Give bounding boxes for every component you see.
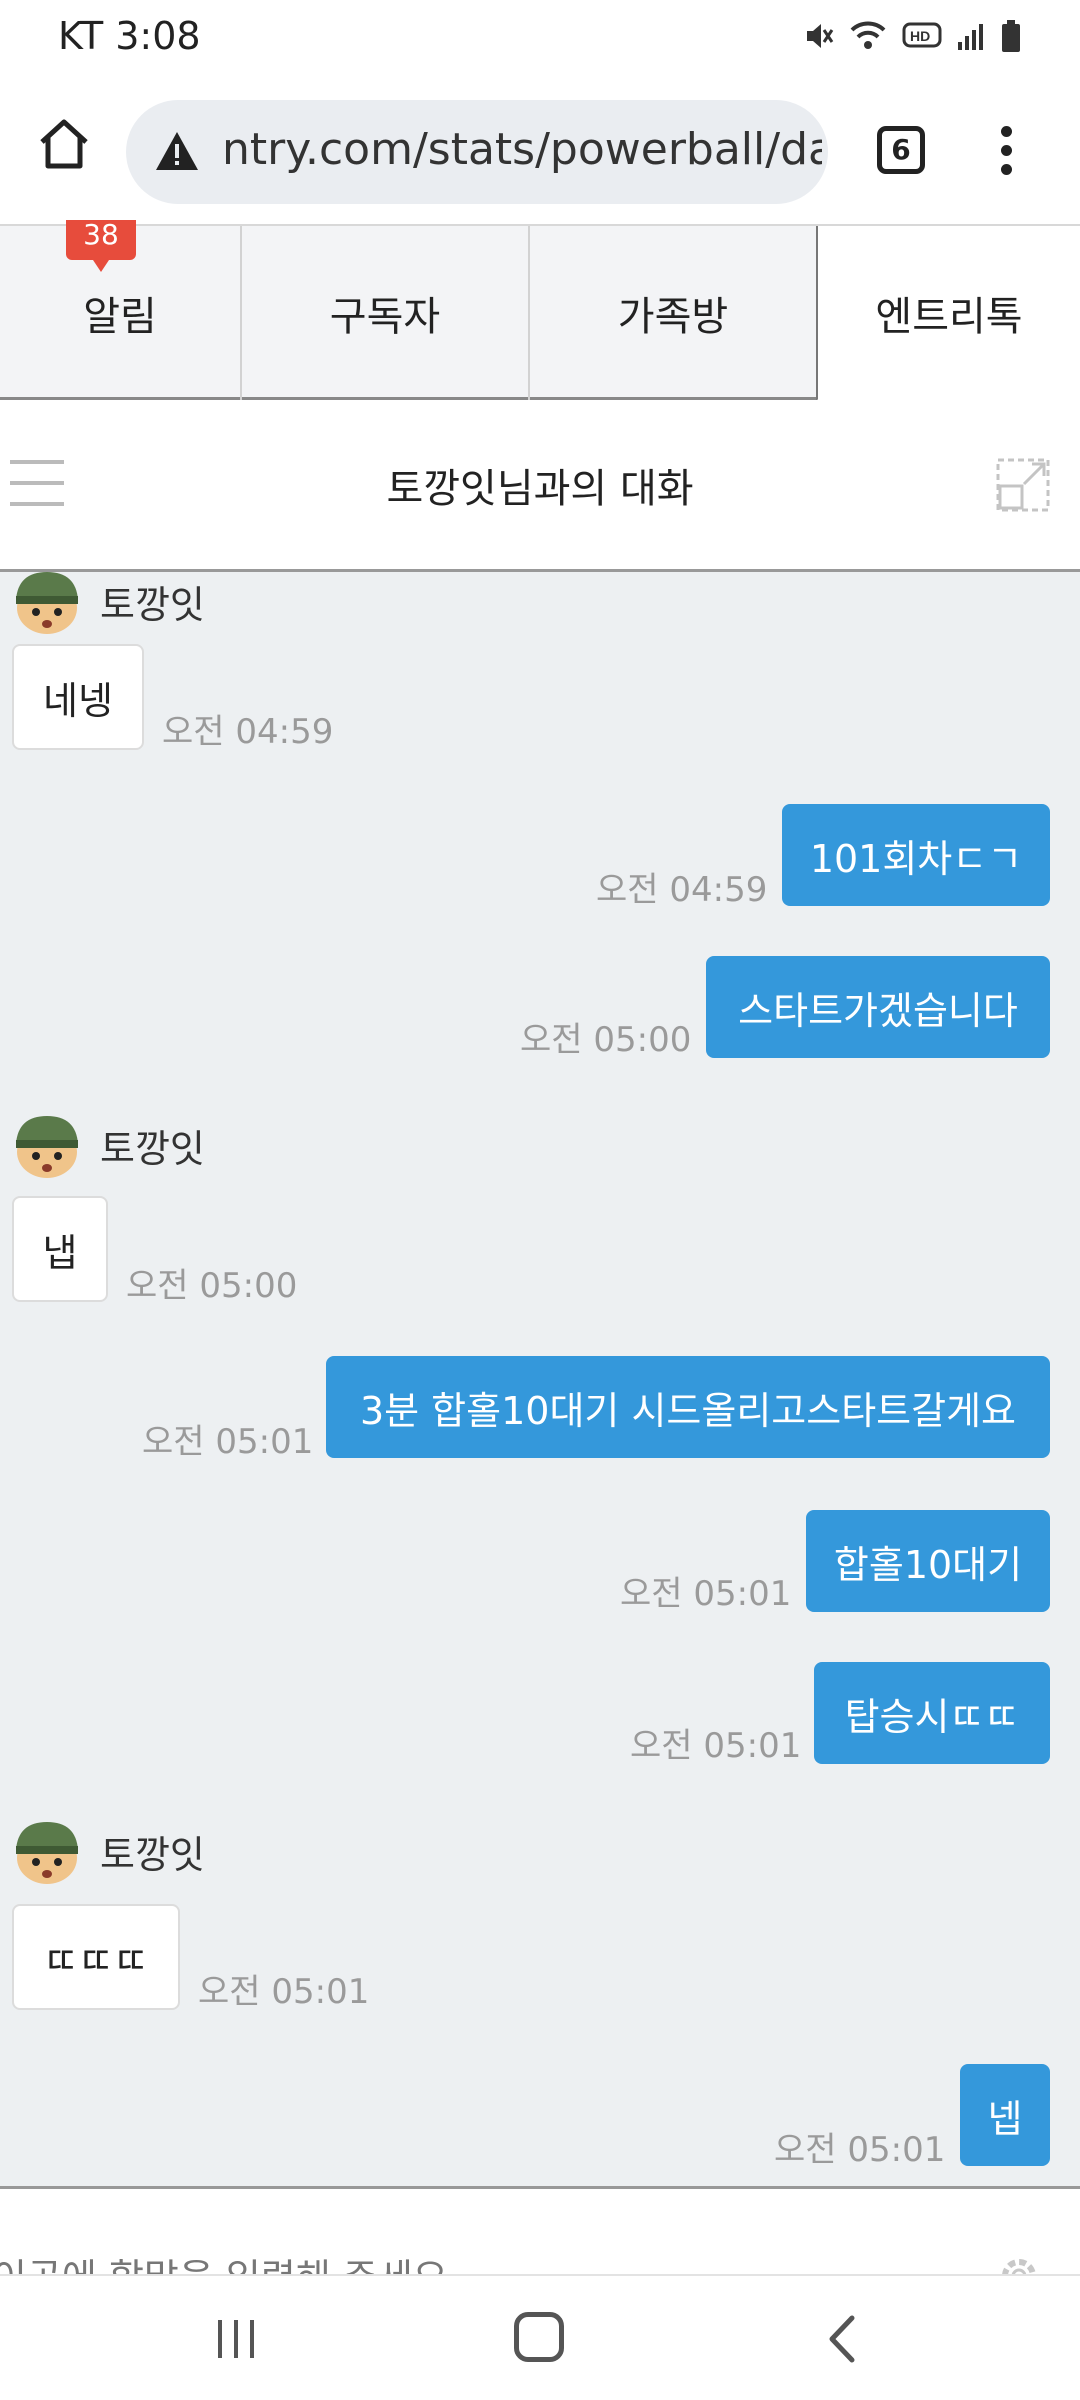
- tab-label: 엔트리톡: [875, 293, 1023, 340]
- expand-icon[interactable]: [996, 458, 1050, 512]
- tab-subscribers[interactable]: 구독자: [242, 226, 530, 400]
- sender-row: 토깡잇: [10, 572, 205, 636]
- more-menu-icon[interactable]: [996, 126, 1016, 176]
- tab-label: 가족방: [617, 294, 729, 340]
- message-bubble-outgoing: 탑승시ㄸㄸ: [814, 1662, 1050, 1764]
- tab-family-room[interactable]: 가족방: [530, 226, 816, 400]
- message-time: 오전 04:59: [162, 712, 334, 752]
- message-list[interactable]: 토깡잇 네넹 오전 04:59 101회차ㄷㄱ 오전 04:59 스타트가겠습니…: [0, 572, 1080, 2186]
- message-input-area: 이곳에 할말을 입력해 주세요.: [0, 2186, 1080, 2274]
- battery-icon: [1002, 20, 1020, 52]
- message-bubble-incoming: 네넹: [12, 644, 144, 750]
- sender-name: 토깡잇: [100, 1126, 205, 1171]
- carrier-time: KT 3:08: [58, 14, 201, 58]
- avatar: [16, 1116, 78, 1178]
- message-time: 오전 05:01: [198, 1972, 370, 2012]
- mute-icon: [807, 24, 834, 48]
- browser-toolbar: ntry.com/stats/powerball/da 6: [0, 76, 1080, 224]
- url-text: ntry.com/stats/powerball/da: [222, 124, 822, 175]
- svg-text:HD: HD: [910, 28, 930, 44]
- address-bar[interactable]: ntry.com/stats/powerball/da: [126, 100, 828, 204]
- warning-icon: [156, 132, 198, 170]
- message-bubble-incoming: ㄸㄸㄸ: [12, 1904, 180, 2010]
- tab-label: 알림: [83, 294, 157, 340]
- sender-row: 토깡잇: [10, 1110, 205, 1180]
- status-bar: KT 3:08 HD: [0, 0, 1080, 76]
- tab-entry-talk[interactable]: 엔트리톡: [816, 226, 1080, 402]
- avatar: [16, 572, 78, 634]
- message-time: 오전 05:01: [142, 1422, 314, 1462]
- message-bubble-outgoing: 3분 합홀10대기 시드올리고스타트갈게요: [326, 1356, 1050, 1458]
- system-nav-bar: [0, 2274, 1080, 2400]
- sender-row: 토깡잇: [10, 1816, 205, 1886]
- tab-switcher-button[interactable]: 6: [877, 126, 925, 174]
- hd-icon: HD: [902, 22, 942, 48]
- message-time: 오전 04:59: [596, 870, 768, 910]
- back-icon[interactable]: [822, 2314, 862, 2364]
- message-input[interactable]: 이곳에 할말을 입력해 주세요.: [0, 2247, 460, 2274]
- message-time: 오전 05:01: [774, 2130, 946, 2170]
- message-bubble-outgoing: 넵: [960, 2064, 1050, 2166]
- message-bubble-outgoing: 합홀10대기: [806, 1510, 1050, 1612]
- signal-icon: [958, 24, 983, 50]
- message-time: 오전 05:00: [126, 1266, 298, 1306]
- chat-title: 토깡잇님과의 대화: [386, 466, 694, 512]
- message-time: 오전 05:00: [520, 1020, 692, 1060]
- sender-name: 토깡잇: [100, 582, 205, 627]
- home-nav-icon[interactable]: [514, 2312, 564, 2362]
- notification-badge: 38: [66, 220, 136, 272]
- sender-name: 토깡잇: [100, 1832, 205, 1877]
- chat-header: 토깡잇님과의 대화: [0, 400, 1080, 572]
- status-icons: HD: [804, 18, 1022, 54]
- avatar: [16, 1822, 78, 1884]
- message-time: 오전 05:01: [630, 1726, 802, 1766]
- home-icon[interactable]: [36, 116, 92, 172]
- gear-icon[interactable]: [994, 2251, 1044, 2274]
- message-time: 오전 05:01: [620, 1574, 792, 1614]
- tab-label: 구독자: [329, 294, 441, 340]
- tab-notifications[interactable]: 38 알림: [0, 220, 242, 400]
- message-bubble-incoming: 냅: [12, 1196, 108, 1302]
- message-bubble-outgoing: 스타트가겠습니다: [706, 956, 1050, 1058]
- wifi-icon: [850, 21, 886, 49]
- top-tabs: 38 알림 구독자 가족방 엔트리톡: [0, 220, 1080, 402]
- recent-apps-icon[interactable]: [216, 2316, 256, 2362]
- message-bubble-outgoing: 101회차ㄷㄱ: [782, 804, 1050, 906]
